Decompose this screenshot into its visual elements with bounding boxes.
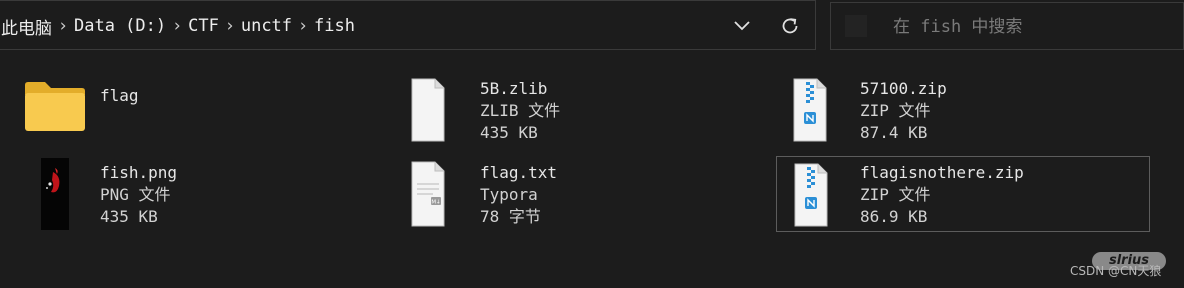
folder-icon	[22, 76, 88, 136]
file-item-57100-zip[interactable]: 57100.zip ZIP 文件 87.4 KB	[776, 70, 1150, 146]
zip-file-icon	[793, 161, 829, 229]
file-item-flag-txt[interactable]: M↓ flag.txt Typora 78 字节	[396, 156, 766, 232]
breadcrumb-drive[interactable]: Data (D:)	[74, 16, 166, 36]
file-name: flag	[100, 86, 139, 105]
address-bar[interactable]: 此电脑 › Data (D:) › CTF › unctf › fish	[0, 0, 816, 50]
file-item-5b-zlib[interactable]: 5B.zlib ZLIB 文件 435 KB	[396, 70, 766, 146]
search-input[interactable]: 在 fish 中搜索	[893, 3, 1022, 51]
file-type: ZIP 文件	[860, 101, 931, 120]
file-type: PNG 文件	[100, 185, 171, 204]
breadcrumb: 此电脑 › Data (D:) › CTF › unctf › fish	[1, 1, 355, 51]
watermark-text: CSDN @CN天狼	[1070, 264, 1162, 278]
file-name: 57100.zip	[860, 79, 947, 98]
markdown-file-icon: M↓	[410, 160, 446, 228]
file-size: 435 KB	[100, 207, 158, 226]
file-size: 78 字节	[480, 207, 541, 226]
file-size: 435 KB	[480, 123, 538, 142]
address-history-button[interactable]	[727, 11, 757, 41]
refresh-button[interactable]	[775, 11, 805, 41]
file-type: ZIP 文件	[860, 185, 931, 204]
file-type: ZLIB 文件	[480, 101, 561, 120]
file-item-flag[interactable]: flag	[14, 70, 384, 146]
file-name: flagisnothere.zip	[860, 163, 1024, 182]
svg-text:M↓: M↓	[431, 199, 440, 206]
file-explorer-window: 此电脑 › Data (D:) › CTF › unctf › fish 在 f…	[0, 0, 1184, 288]
file-item-fish-png[interactable]: fish.png PNG 文件 435 KB	[14, 156, 384, 232]
image-thumbnail	[38, 158, 72, 230]
file-name: 5B.zlib	[480, 79, 548, 98]
breadcrumb-separator-icon[interactable]: ›	[166, 16, 188, 36]
breadcrumb-separator-icon[interactable]: ›	[219, 16, 241, 36]
file-type: Typora	[480, 185, 538, 204]
zip-file-icon	[792, 76, 828, 144]
file-item-flagisnothere-zip[interactable]: flagisnothere.zip ZIP 文件 86.9 KB	[776, 156, 1150, 232]
file-size: 87.4 KB	[860, 123, 928, 142]
breadcrumb-separator-icon[interactable]: ›	[292, 16, 314, 36]
breadcrumb-fish[interactable]: fish	[314, 16, 355, 36]
file-size: 86.9 KB	[860, 207, 928, 226]
file-name: flag.txt	[480, 163, 558, 182]
generic-file-icon	[410, 76, 446, 144]
breadcrumb-this-pc[interactable]: 此电脑	[1, 14, 52, 39]
chevron-down-icon	[734, 21, 750, 31]
file-name: fish.png	[100, 163, 178, 182]
search-box[interactable]: 在 fish 中搜索	[830, 2, 1184, 50]
breadcrumb-separator-icon[interactable]: ›	[52, 16, 74, 36]
breadcrumb-ctf[interactable]: CTF	[188, 16, 219, 36]
search-icon	[845, 15, 867, 37]
refresh-icon	[782, 18, 798, 34]
breadcrumb-unctf[interactable]: unctf	[241, 16, 292, 36]
